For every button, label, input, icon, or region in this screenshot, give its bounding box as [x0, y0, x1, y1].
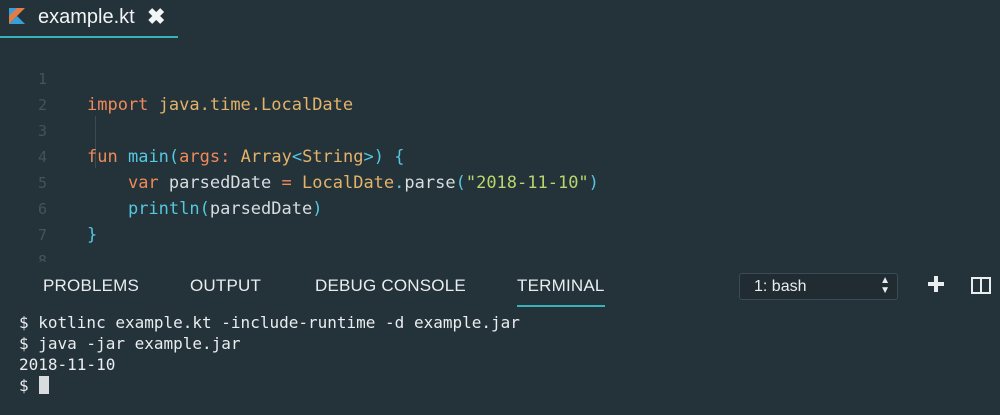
code-line-3: 3 fun main(args: Array<String>) { — [0, 92, 1000, 167]
tab-problems[interactable]: PROBLEMS — [43, 276, 139, 296]
terminal-shell-select[interactable]: 1: bash ▲ ▼ — [739, 273, 898, 300]
tab-output[interactable]: OUTPUT — [190, 276, 261, 296]
editor-tab-bar: example.kt ✖ — [0, 0, 1000, 38]
updown-arrow-icon: ▲ ▼ — [880, 275, 890, 296]
tab-title: example.kt — [38, 6, 135, 28]
terminal-cursor — [38, 376, 49, 394]
terminal-line: $ kotlinc example.kt -include-runtime -d… — [19, 313, 520, 332]
terminal-line: $ java -jar example.jar — [19, 334, 241, 353]
code-line-6: 6 } — [0, 170, 1000, 245]
code-line-2: 2 — [0, 66, 1000, 114]
code-line-1: 1 import java.time.LocalDate — [0, 40, 1000, 115]
split-pane-icon[interactable] — [971, 277, 991, 294]
terminal-output[interactable]: $ kotlinc example.kt -include-runtime -d… — [19, 312, 520, 396]
kotlin-file-icon — [9, 8, 25, 24]
tab-terminal[interactable]: TERMINAL — [517, 276, 605, 307]
bottom-panel: PROBLEMS OUTPUT DEBUG CONSOLE TERMINAL 1… — [0, 262, 1000, 415]
close-icon[interactable]: ✖ — [147, 4, 165, 30]
plus-icon[interactable] — [925, 273, 947, 295]
tab-example-kt[interactable]: example.kt ✖ — [0, 0, 178, 38]
shell-select-value: 1: bash — [754, 278, 807, 295]
terminal-line: 2018-11-10 — [19, 355, 116, 374]
code-editor[interactable]: 1 import java.time.LocalDate 2 3 fun mai… — [0, 40, 1000, 270]
code-line-5: 5 println(parsedDate) — [0, 144, 1000, 219]
tab-debug-console[interactable]: DEBUG CONSOLE — [315, 276, 466, 296]
terminal-prompt-line: $ — [19, 375, 520, 396]
code-line-7: 7 — [0, 196, 1000, 244]
code-line-8: 8 — [0, 222, 1000, 270]
code-line-4: 4 var parsedDate = LocalDate.parse("2018… — [0, 118, 1000, 193]
prompt: $ — [19, 376, 29, 395]
